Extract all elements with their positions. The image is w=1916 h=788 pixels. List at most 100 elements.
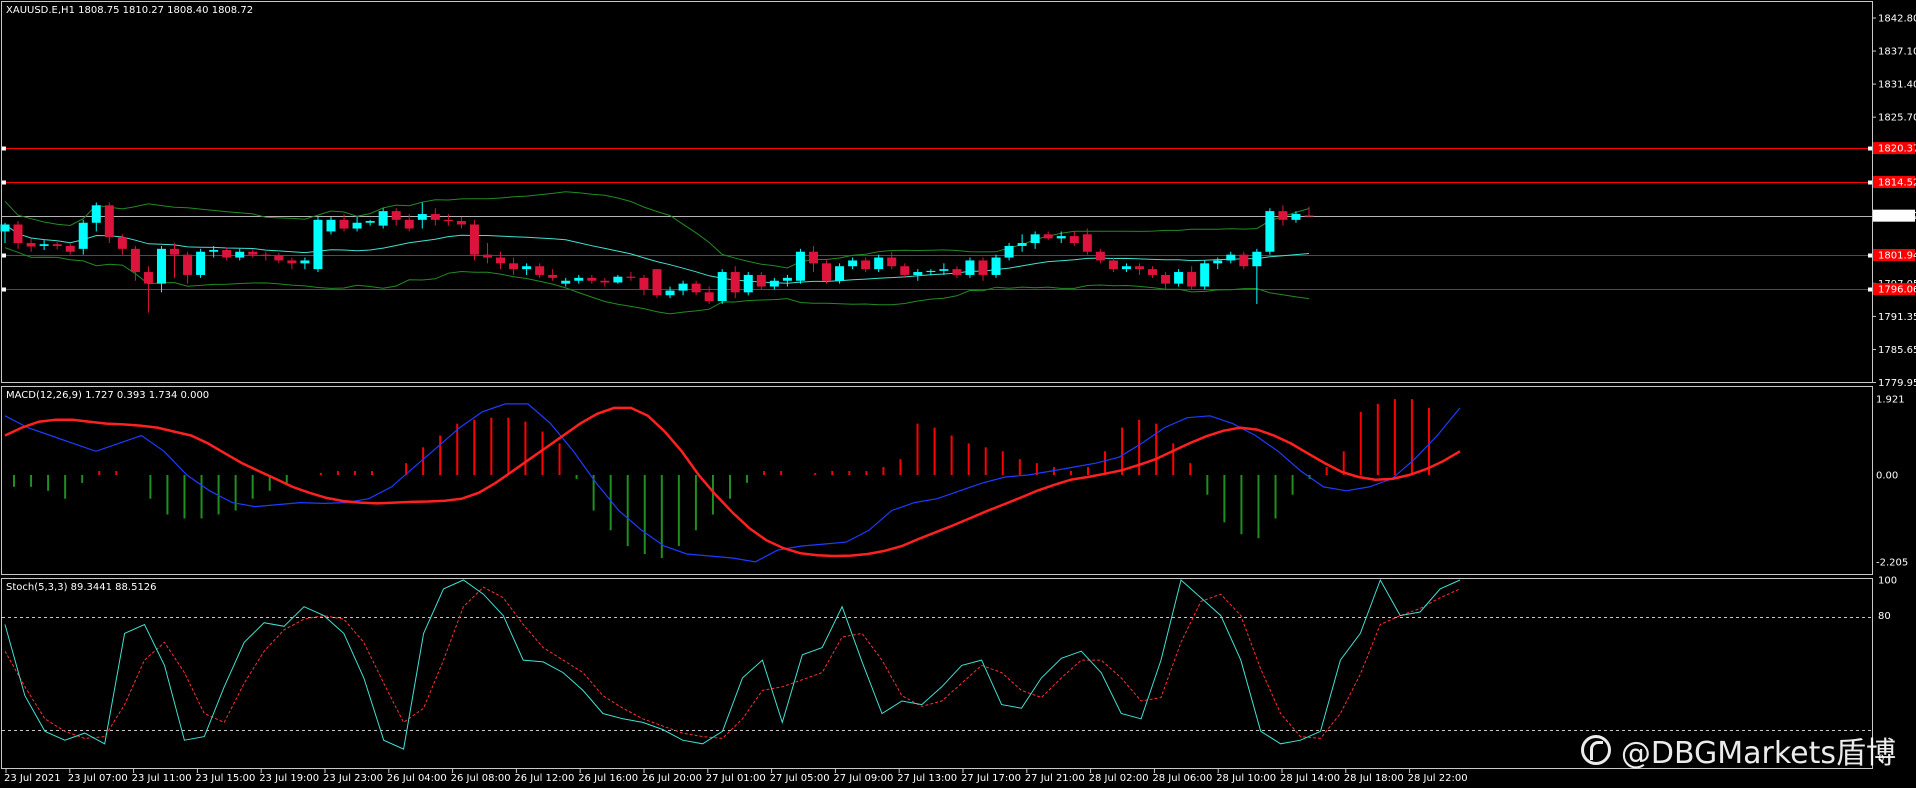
candle-bull	[1252, 251, 1262, 267]
candle-bear	[13, 224, 23, 244]
stoch-main-line	[4, 578, 1461, 750]
line-handle-left	[2, 253, 6, 258]
price-axis-label: 1791.35	[1878, 312, 1916, 323]
price-tag-label: 1814.52	[1878, 178, 1916, 189]
candle-bull	[1174, 272, 1184, 284]
candle-bear	[861, 260, 871, 270]
price-axis-label: 1825.70	[1878, 113, 1916, 124]
price-axis-label: 1779.95	[1878, 378, 1916, 389]
time-axis-label: 27 Jul 01:00	[706, 773, 766, 784]
candle-bear	[1148, 269, 1158, 275]
axes: 1842.801837.101831.401825.701797.051791.…	[4, 14, 1916, 785]
candle-bear	[887, 257, 897, 267]
line-handle-left	[2, 287, 6, 292]
candle-bear	[1082, 234, 1092, 252]
candle-bull	[235, 251, 245, 258]
candle-bear	[261, 254, 271, 256]
candle-bear	[1108, 260, 1118, 270]
candle-bull	[613, 276, 623, 283]
candle-bull	[926, 270, 936, 273]
candle-bull	[417, 214, 427, 220]
candle-bull	[795, 251, 805, 281]
candle-bull	[39, 244, 49, 246]
macd-axis-label: -2.205	[1876, 558, 1908, 569]
candle-bull	[874, 257, 884, 270]
price-axis-label: 1785.65	[1878, 345, 1916, 356]
candle-bull	[1200, 263, 1210, 287]
candle-bull	[1291, 214, 1301, 220]
candle-bull	[717, 272, 727, 302]
symbol-info: XAUUSD.E,H1 1808.75 1810.27 1808.40 1808…	[6, 5, 253, 16]
candle-bear	[391, 211, 401, 220]
candle-bear	[117, 237, 127, 249]
price-axis-label: 1837.10	[1878, 47, 1916, 58]
macd-indicator	[4, 399, 1461, 563]
candle-bear	[496, 257, 506, 264]
line-handle-right	[1868, 180, 1872, 185]
candle-bear	[978, 260, 988, 275]
candle-bear	[756, 274, 766, 287]
time-axis-label: 23 Jul 23:00	[323, 773, 383, 784]
trading-chart[interactable]: 1842.801837.101831.401825.701797.051791.…	[0, 0, 1916, 788]
candle-bear	[1134, 266, 1144, 270]
candle-bull	[1226, 254, 1236, 261]
macd-axis-label: 0.00	[1876, 471, 1898, 482]
time-axis-label: 28 Jul 02:00	[1089, 773, 1149, 784]
candle-bull	[326, 219, 336, 232]
time-axis-label: 28 Jul 14:00	[1280, 773, 1340, 784]
candle-bull	[1030, 234, 1040, 244]
candle-bear	[404, 219, 414, 229]
candle-bear	[639, 277, 649, 290]
candle-bear	[1239, 254, 1249, 267]
candle-bear	[456, 221, 466, 225]
candle-bull	[378, 211, 388, 226]
candle-bear	[730, 272, 740, 293]
line-handle-left	[2, 146, 6, 151]
time-axis-label: 27 Jul 05:00	[770, 773, 830, 784]
watermark-text: @DBGMarkets盾博	[1620, 736, 1896, 771]
candle-bull	[313, 219, 323, 270]
candle-bear	[1278, 211, 1288, 220]
price-tag-label: 1801.94	[1878, 250, 1916, 261]
candle-bear	[822, 263, 832, 281]
candle-bear	[626, 276, 636, 278]
candle-bull	[665, 290, 675, 296]
candle-bull	[769, 280, 779, 287]
candle-bull	[209, 250, 219, 252]
stochastic-indicator	[4, 578, 1461, 750]
horizontal-lines[interactable]	[2, 146, 1872, 292]
line-handle-left	[2, 180, 6, 185]
candle-bull	[1121, 266, 1131, 270]
candle-bull	[835, 266, 845, 281]
time-axis-label: 23 Jul 11:00	[132, 773, 192, 784]
candle-bear	[443, 219, 453, 221]
candle-bear	[104, 205, 114, 238]
candle-bull	[1056, 236, 1066, 239]
candle-bull	[300, 260, 310, 264]
watermark: @DBGMarkets盾博	[1580, 728, 1896, 772]
candle-bear	[587, 277, 597, 281]
time-axis-label: 23 Jul 2021	[4, 773, 61, 784]
time-axis-label: 28 Jul 18:00	[1344, 773, 1404, 784]
stoch-axis-label: 80	[1878, 611, 1891, 622]
candle-bull	[365, 221, 375, 223]
candle-bull	[196, 251, 206, 275]
time-axis-label: 28 Jul 06:00	[1152, 773, 1212, 784]
candle-bull	[1017, 243, 1027, 246]
candle-bear	[469, 224, 479, 255]
stoch-info: Stoch(5,3,3) 89.3441 88.5126	[6, 582, 157, 593]
candle-bull	[965, 260, 975, 275]
price-panel	[1, 1, 1873, 383]
line-handle-right	[1868, 253, 1872, 258]
candle-bull	[1265, 211, 1275, 252]
candle-bear	[1095, 251, 1105, 261]
candle-bull	[352, 222, 362, 229]
candle-bull	[913, 272, 923, 275]
candle-bear	[130, 248, 140, 273]
candle-bear	[704, 292, 714, 302]
candle-bear	[183, 254, 193, 275]
candle-bear	[26, 243, 36, 247]
price-axis-label: 1831.40	[1878, 80, 1916, 91]
candles[interactable]	[0, 202, 1314, 313]
candle-bull	[782, 277, 792, 281]
